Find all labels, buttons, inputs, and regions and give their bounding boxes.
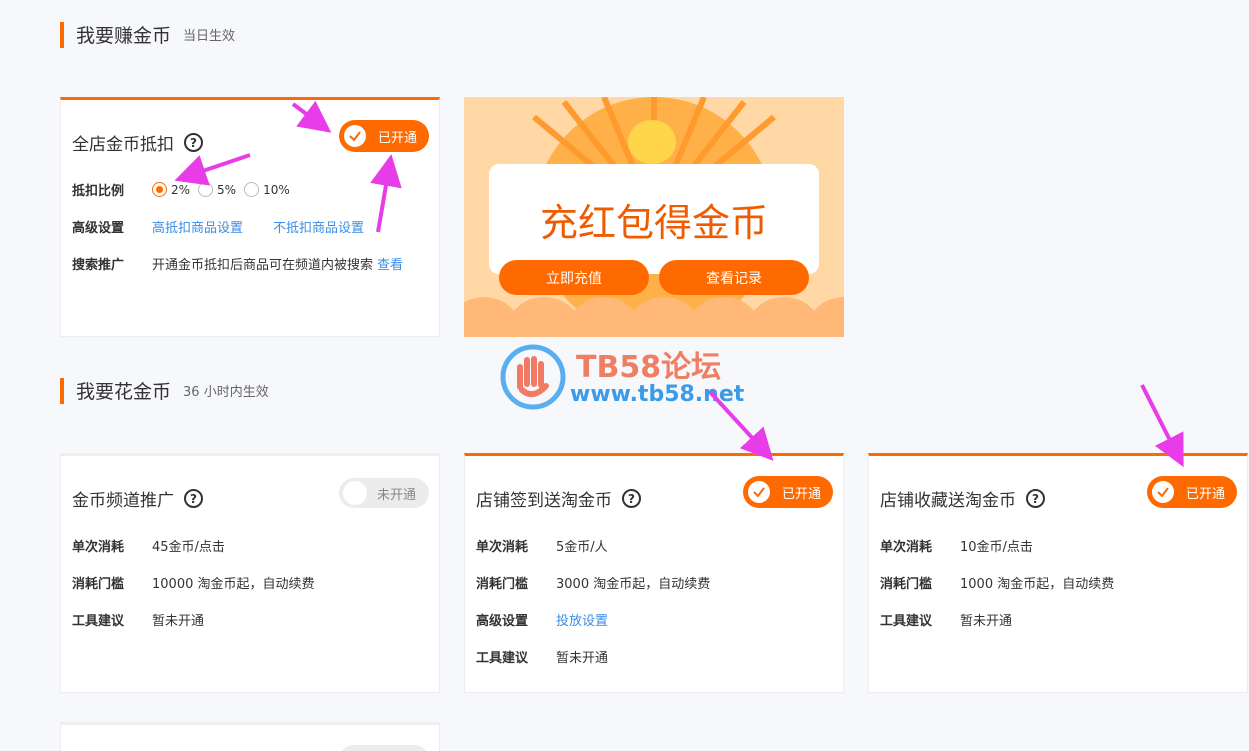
favorite-card-title: 店铺收藏送淘金币 ? (880, 486, 1045, 511)
spend-subtitle: 36 小时内生效 (183, 385, 269, 400)
earn-subtitle: 当日生效 (183, 29, 236, 44)
earn-title: 我要赚金币 (76, 25, 172, 47)
check-icon (344, 125, 366, 147)
no-deduct-link[interactable]: 不抵扣商品设置 (273, 217, 364, 236)
spend-section-title: 我要花金币 36 小时内生效 (60, 377, 269, 404)
tool-row: 工具建议 暂未开通 (72, 614, 205, 629)
search-text: 开通金币抵扣后商品可在频道内被搜索 (152, 258, 374, 273)
spend-title: 我要花金币 (76, 381, 172, 403)
advanced-row: 高级设置 高抵扣商品设置 不抵扣商品设置 (72, 217, 364, 236)
toggle-label: 已开通 (1186, 486, 1226, 502)
hand-logo-icon (500, 344, 566, 410)
check-icon (748, 481, 770, 503)
rate-radio-2[interactable]: 2% (152, 182, 190, 197)
threshold-row: 消耗门槛 10000 淘金币起，自动续费 (72, 577, 315, 592)
tool-row: 工具建议 暂未开通 (476, 651, 609, 666)
favorite-toggle[interactable]: 已开通 (1147, 476, 1237, 508)
search-label: 搜索推广 (72, 258, 125, 273)
checkin-card: 店铺签到送淘金币 ? 已开通 单次消耗 5金币/人 消耗门槛 3000 淘金币起… (464, 453, 844, 693)
checkin-card-title: 店铺签到送淘金币 ? (476, 486, 641, 511)
earn-section-title: 我要赚金币 当日生效 (60, 21, 235, 48)
section-accent-bar (60, 377, 64, 404)
advanced-label: 高级设置 (72, 221, 125, 236)
threshold-row: 消耗门槛 1000 淘金币起，自动续费 (880, 577, 1115, 592)
forum-watermark: TB58论坛 www.tb58.net (498, 342, 758, 412)
toggle-knob (343, 481, 367, 505)
view-records-button[interactable]: 查看记录 (659, 260, 809, 295)
watermark-url: www.tb58.net (570, 382, 745, 407)
rate-radio-10[interactable]: 10% (244, 182, 290, 197)
checkin-toggle[interactable]: 已开通 (743, 476, 833, 508)
high-deduct-link[interactable]: 高抵扣商品设置 (152, 217, 243, 236)
help-icon[interactable]: ? (1026, 489, 1045, 508)
search-row: 搜索推广 开通金币抵扣后商品可在频道内被搜索 查看 (72, 254, 403, 273)
banner-headline: 充红包得金币 (539, 201, 768, 245)
toggle-label: 未开通 (377, 487, 417, 503)
tool-row: 工具建议 暂未开通 (880, 614, 1013, 629)
check-icon (1152, 481, 1174, 503)
partial-toggle[interactable] (339, 745, 429, 751)
rate-radio-5[interactable]: 5% (198, 182, 236, 197)
rate-row: 抵扣比例 2% 5% 10% (72, 180, 298, 199)
deduct-card: 全店金币抵扣 ? 已开通 抵扣比例 2% 5% 10% 高级设置 高抵扣商品设置… (60, 97, 440, 337)
search-view-link[interactable]: 查看 (377, 254, 403, 273)
delivery-settings-link[interactable]: 投放设置 (556, 610, 608, 629)
favorite-card: 店铺收藏送淘金币 ? 已开通 单次消耗 10金币/点击 消耗门槛 1000 淘金… (868, 453, 1248, 693)
cost-row: 单次消耗 5金币/人 (476, 540, 608, 555)
toggle-label: 已开通 (782, 486, 822, 502)
deduct-card-title: 全店金币抵扣 ? (72, 130, 203, 155)
recharge-button[interactable]: 立即充值 (499, 260, 649, 295)
advanced-row: 高级设置 投放设置 (476, 610, 608, 629)
watermark-title: TB58论坛 (576, 350, 722, 385)
channel-card: 金币频道推广 ? 未开通 单次消耗 45金币/点击 消耗门槛 10000 淘金币… (60, 453, 440, 693)
partial-card (60, 722, 440, 751)
arrow-annotation (1140, 384, 1184, 468)
channel-toggle[interactable]: 未开通 (339, 478, 429, 508)
deduct-toggle[interactable]: 已开通 (339, 120, 429, 152)
help-icon[interactable]: ? (184, 489, 203, 508)
help-icon[interactable]: ? (622, 489, 641, 508)
cost-row: 单次消耗 45金币/点击 (72, 540, 225, 555)
channel-card-title: 金币频道推广 ? (72, 486, 203, 511)
banner-card: 充红包得金币 (489, 164, 819, 274)
cost-row: 单次消耗 10金币/点击 (880, 540, 1033, 555)
rate-label: 抵扣比例 (72, 184, 125, 199)
section-accent-bar (60, 21, 64, 48)
toggle-label: 已开通 (378, 130, 418, 146)
threshold-row: 消耗门槛 3000 淘金币起，自动续费 (476, 577, 711, 592)
help-icon[interactable]: ? (184, 133, 203, 152)
recharge-banner: 充红包得金币 立即充值 查看记录 (464, 97, 844, 337)
